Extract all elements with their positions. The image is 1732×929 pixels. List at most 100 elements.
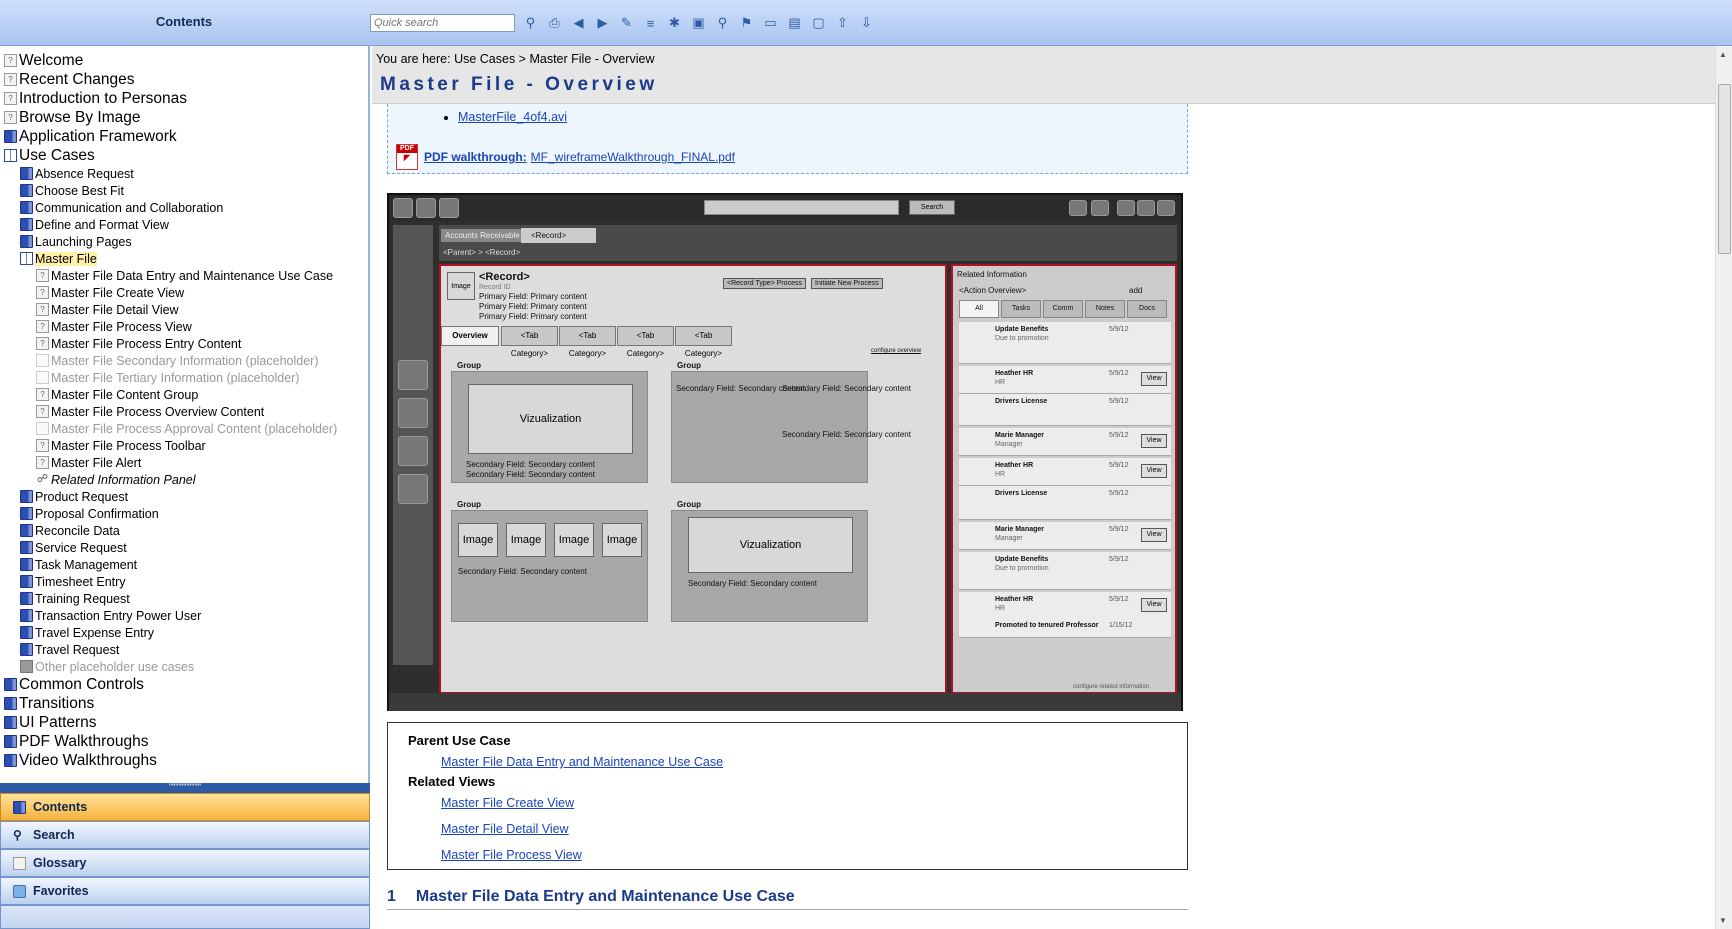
open-folder-icon[interactable]: ▣ [688, 12, 709, 34]
tree-item[interactable]: UI Patterns [4, 713, 368, 732]
folder-icon [13, 884, 26, 898]
tab-search[interactable]: ⚲ Search [0, 821, 370, 849]
tree-item[interactable]: Communication and Collaboration [4, 199, 368, 216]
wf-related-row: Drivers License 5/9/12 [959, 394, 1171, 426]
book-icon [20, 167, 33, 180]
help-page-icon: ? [4, 111, 17, 124]
tree-item[interactable]: Travel Expense Entry [4, 624, 368, 641]
book-icon[interactable]: ▤ [784, 12, 805, 34]
tree-item[interactable]: ? Master File Process View [4, 318, 368, 335]
help-page-icon: ? [36, 269, 49, 282]
export-icon[interactable]: ⇧ [832, 12, 853, 34]
wf-view-button: View [1141, 528, 1167, 542]
contents-tree: ? Welcome? Recent Changes? Introduction to … [0, 46, 368, 770]
tree-item[interactable]: ? Master File Data Entry and Maintenance … [4, 267, 368, 284]
tab-glossary[interactable]: Glossary [0, 849, 370, 877]
wf-icon [1069, 200, 1087, 216]
tree-item[interactable]: Service Request [4, 539, 368, 556]
tree-item[interactable]: Absence Request [4, 165, 368, 182]
tree-item[interactable]: ? Master File Process Entry Content [4, 335, 368, 352]
print-icon[interactable]: ⎙ [544, 12, 565, 34]
tree-item[interactable]: Video Walkthroughs [4, 751, 368, 770]
tree-item[interactable]: ? Recent Changes [4, 70, 368, 89]
tree-item[interactable]: ? Master File Detail View [4, 301, 368, 318]
wf-related-row: Marie Manager Manager 5/9/12 View [959, 428, 1171, 456]
tab-contents[interactable]: Contents [0, 793, 370, 821]
marker-icon[interactable]: ⚑ [736, 12, 757, 34]
tree-item[interactable]: ? Master File Create View [4, 284, 368, 301]
tree-item[interactable]: Reconcile Data [4, 522, 368, 539]
tree-item[interactable]: Transaction Entry Power User [4, 607, 368, 624]
tree-item[interactable]: Launching Pages [4, 233, 368, 250]
scroll-down-icon[interactable]: ▼ [1719, 916, 1727, 925]
nav-filler [0, 905, 370, 929]
scroll-thumb[interactable] [1718, 84, 1731, 254]
find-icon[interactable]: ⚲ [520, 12, 541, 34]
tree-item[interactable]: ? Master File Alert [4, 454, 368, 471]
import-icon[interactable]: ⇩ [856, 12, 877, 34]
zoom-icon[interactable]: ⚲ [712, 12, 733, 34]
quick-search-input[interactable] [370, 14, 515, 32]
wf-icon [1157, 200, 1175, 216]
tree-item[interactable]: Travel Request [4, 641, 368, 658]
video-link[interactable]: MasterFile_4of4.avi [458, 110, 567, 124]
open-book-icon [20, 252, 33, 265]
wf-tab: <Tab Category> [559, 326, 616, 358]
tree-item[interactable]: Timesheet Entry [4, 573, 368, 590]
vertical-scrollbar[interactable]: ▲ ▼ [1715, 46, 1732, 929]
scroll-up-icon[interactable]: ▲ [1719, 50, 1727, 59]
related-view-link[interactable]: Master File Create View [441, 796, 574, 810]
new-topic-icon[interactable]: ✱ [664, 12, 685, 34]
related-view-link[interactable]: Master File Detail View [441, 822, 569, 836]
tree-item[interactable]: ? Browse By Image [4, 108, 368, 127]
wf-related-tab: Notes [1085, 300, 1125, 318]
toolbar-icons: ⚲ ⎙ ◀ ▶ ✎ ≡ ✱ ▣ ⚲ ⚑ ▭ ▤ ▢ ⇧ ⇩ [520, 12, 877, 34]
tree-item[interactable]: ? Master File Content Group [4, 386, 368, 403]
previous-icon[interactable]: ◀ [568, 12, 589, 34]
tree-item[interactable]: Master File [4, 250, 368, 267]
collapse-icon[interactable]: ≡ [640, 12, 661, 34]
wf-home-icon [393, 198, 413, 218]
tree-item[interactable]: ? Master File Process Overview Content [4, 403, 368, 420]
tree-item[interactable]: Master File Process Approval Content (pl… [4, 420, 368, 437]
window-icon[interactable]: ▭ [760, 12, 781, 34]
tree-item[interactable]: Other placeholder use cases [4, 658, 368, 675]
tree-item[interactable]: Choose Best Fit [4, 182, 368, 199]
tree-item[interactable]: Proposal Confirmation [4, 505, 368, 522]
pdf-link[interactable]: PDF walkthrough: MF_wireframeWalkthrough_… [424, 150, 735, 164]
pdf-walkthrough: PDF ◤ PDF walkthrough: MF_wireframeWalkthr… [396, 144, 735, 170]
wf-tab: <Tab Category> [501, 326, 558, 358]
highlight-icon[interactable]: ✎ [616, 12, 637, 34]
tree-item[interactable]: ? Welcome [4, 51, 368, 70]
wireframe-image: Search Accounts Receivable <Record> <Par… [387, 193, 1183, 711]
next-icon[interactable]: ▶ [592, 12, 613, 34]
tree-item[interactable]: Application Framework [4, 127, 368, 146]
tree-item[interactable]: ? Introduction to Personas [4, 89, 368, 108]
tree-item[interactable]: Define and Format View [4, 216, 368, 233]
help-page-icon: ? [36, 439, 49, 452]
tree-item[interactable]: Transitions [4, 694, 368, 713]
book-icon [20, 218, 33, 231]
note-icon[interactable]: ▢ [808, 12, 829, 34]
wf-group: Vizualization Secondary Field: Secondary… [451, 371, 648, 483]
help-page-icon: ? [4, 73, 17, 86]
tree-item[interactable]: PDF Walkthroughs [4, 732, 368, 751]
related-view-link[interactable]: Master File Process View [441, 848, 582, 862]
wf-tab: Overview [441, 326, 499, 346]
panel-splitter[interactable]: """""""""" [0, 783, 370, 793]
tab-favorites[interactable]: Favorites [0, 877, 370, 905]
help-page-icon: ? [36, 388, 49, 401]
tree-item[interactable]: Master File Tertiary Information (placeh… [4, 369, 368, 386]
book-icon [20, 609, 33, 622]
tree-item[interactable]: ? Master File Process Toolbar [4, 437, 368, 454]
related-views-heading: Related Views [408, 774, 496, 789]
tree-item[interactable]: Common Controls [4, 675, 368, 694]
parent-use-case-link[interactable]: Master File Data Entry and Maintenance U… [441, 755, 723, 769]
tree-item[interactable]: Use Cases [4, 146, 368, 165]
help-page-icon: ? [36, 303, 49, 316]
tree-item[interactable]: Training Request [4, 590, 368, 607]
tree-item[interactable]: Product Request [4, 488, 368, 505]
tree-item[interactable]: Master File Secondary Information (place… [4, 352, 368, 369]
tree-item[interactable]: ☍ Related Information Panel [4, 471, 368, 488]
tree-item[interactable]: Task Management [4, 556, 368, 573]
